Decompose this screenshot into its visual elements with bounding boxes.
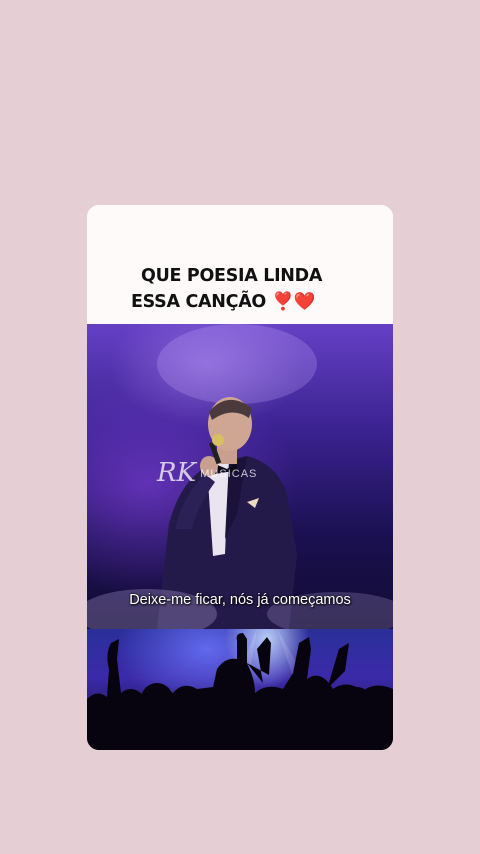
watermark: RK MUSICAS [157, 458, 257, 488]
heart-emoji-icon: ❣️❤️ [272, 292, 315, 312]
post-card: QUE POESIA LINDA ESSA CANÇÃO ❣️❤️ RK MUS… [87, 205, 393, 750]
video-subtitle: Deixe-me ficar, nós já começamos [129, 592, 351, 608]
caption-line-2: ESSA CANÇÃO ❣️❤️ [131, 292, 315, 312]
caption-line-2-text: ESSA CANÇÃO [131, 292, 267, 312]
video-frame[interactable]: RK MUSICAS Deixe-me ficar, nós já começa… [87, 324, 393, 629]
caption-line-1: QUE POESIA LINDA [141, 266, 323, 286]
concert-crowd-image [87, 629, 393, 750]
watermark-initials: RK [157, 458, 196, 488]
post-caption: QUE POESIA LINDA ESSA CANÇÃO ❣️❤️ [87, 205, 393, 324]
watermark-label: MUSICAS [200, 468, 258, 480]
crowd-silhouette [87, 629, 393, 750]
